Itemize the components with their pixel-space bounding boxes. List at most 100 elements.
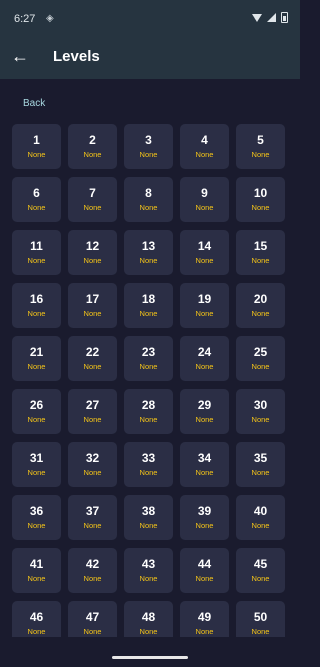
level-number: 43 [141, 557, 156, 571]
level-status: None [27, 362, 46, 371]
level-tile[interactable]: 42 None [68, 548, 117, 593]
level-number: 49 [197, 610, 212, 624]
level-status: None [27, 203, 46, 212]
level-number: 11 [30, 239, 43, 253]
level-tile[interactable]: 30 None [236, 389, 285, 434]
level-tile[interactable]: 45 None [236, 548, 285, 593]
level-tile[interactable]: 36 None [12, 495, 61, 540]
level-tile[interactable]: 25 None [236, 336, 285, 381]
level-status: None [251, 627, 270, 636]
level-tile[interactable]: 22 None [68, 336, 117, 381]
level-status: None [83, 415, 102, 424]
level-status: None [251, 309, 270, 318]
level-status: None [139, 574, 158, 583]
level-number: 25 [253, 345, 268, 359]
level-number: 28 [141, 398, 156, 412]
signal-icon [267, 13, 276, 22]
level-status: None [83, 362, 102, 371]
level-tile[interactable]: 16 None [12, 283, 61, 328]
level-number: 18 [141, 292, 156, 306]
level-status: None [83, 521, 102, 530]
level-number: 38 [141, 504, 156, 518]
level-tile[interactable]: 20 None [236, 283, 285, 328]
level-tile[interactable]: 40 None [236, 495, 285, 540]
level-tile[interactable]: 10 None [236, 177, 285, 222]
level-tile[interactable]: 27 None [68, 389, 117, 434]
page-title: Levels [53, 48, 100, 65]
level-tile[interactable]: 32 None [68, 442, 117, 487]
level-tile[interactable]: 33 None [124, 442, 173, 487]
level-tile[interactable]: 18 None [124, 283, 173, 328]
level-number: 5 [257, 133, 264, 147]
arrow-left-icon[interactable]: ← [11, 47, 29, 65]
level-tile[interactable]: 44 None [180, 548, 229, 593]
level-tile[interactable]: 14 None [180, 230, 229, 275]
level-tile[interactable]: 24 None [180, 336, 229, 381]
level-status: None [195, 150, 214, 159]
level-tile[interactable]: 19 None [180, 283, 229, 328]
level-tile[interactable]: 34 None [180, 442, 229, 487]
level-number: 33 [141, 451, 156, 465]
wifi-icon [252, 13, 262, 22]
level-tile[interactable]: 6 None [12, 177, 61, 222]
level-tile[interactable]: 17 None [68, 283, 117, 328]
level-status: None [251, 468, 270, 477]
level-number: 37 [85, 504, 100, 518]
level-tile[interactable]: 3 None [124, 124, 173, 169]
level-status: None [251, 415, 270, 424]
level-tile[interactable]: 9 None [180, 177, 229, 222]
level-number: 45 [253, 557, 268, 571]
level-number: 20 [253, 292, 268, 306]
level-tile[interactable]: 38 None [124, 495, 173, 540]
level-tile[interactable]: 7 None [68, 177, 117, 222]
level-status: None [195, 203, 214, 212]
level-status: None [139, 468, 158, 477]
level-tile[interactable]: 13 None [124, 230, 173, 275]
level-number: 1 [33, 133, 40, 147]
level-tile[interactable]: 1 None [12, 124, 61, 169]
level-number: 15 [253, 239, 268, 253]
level-number: 50 [253, 610, 268, 624]
level-tile[interactable]: 41 None [12, 548, 61, 593]
back-button[interactable]: Back [23, 98, 45, 109]
level-tile[interactable]: 26 None [12, 389, 61, 434]
level-tile[interactable]: 43 None [124, 548, 173, 593]
level-tile[interactable]: 4 None [180, 124, 229, 169]
level-status: None [195, 574, 214, 583]
home-indicator[interactable] [112, 656, 188, 659]
status-time: 6:27 [14, 13, 36, 25]
level-tile[interactable]: 21 None [12, 336, 61, 381]
level-number: 2 [89, 133, 96, 147]
level-status: None [139, 256, 158, 265]
level-number: 47 [85, 610, 100, 624]
level-tile[interactable]: 31 None [12, 442, 61, 487]
level-number: 29 [197, 398, 212, 412]
level-tile[interactable]: 5 None [236, 124, 285, 169]
level-status: None [83, 203, 102, 212]
level-tile[interactable]: 2 None [68, 124, 117, 169]
level-number: 31 [29, 451, 44, 465]
level-number: 23 [141, 345, 156, 359]
level-tile[interactable]: 37 None [68, 495, 117, 540]
level-number: 36 [29, 504, 44, 518]
level-status: None [139, 627, 158, 636]
level-tile[interactable]: 8 None [124, 177, 173, 222]
level-tile[interactable]: 29 None [180, 389, 229, 434]
level-status: None [27, 574, 46, 583]
level-tile[interactable]: 23 None [124, 336, 173, 381]
status-bar: 6:27 ◈ [0, 0, 300, 36]
level-tile[interactable]: 11 None [12, 230, 61, 275]
level-tile[interactable]: 39 None [180, 495, 229, 540]
level-status: None [251, 256, 270, 265]
level-tile[interactable]: 15 None [236, 230, 285, 275]
level-status: None [195, 468, 214, 477]
level-number: 24 [197, 345, 212, 359]
level-status: None [83, 309, 102, 318]
level-status: None [251, 574, 270, 583]
level-number: 16 [29, 292, 44, 306]
level-tile[interactable]: 12 None [68, 230, 117, 275]
level-tile[interactable]: 28 None [124, 389, 173, 434]
level-number: 46 [29, 610, 44, 624]
level-tile[interactable]: 35 None [236, 442, 285, 487]
level-number: 48 [141, 610, 156, 624]
